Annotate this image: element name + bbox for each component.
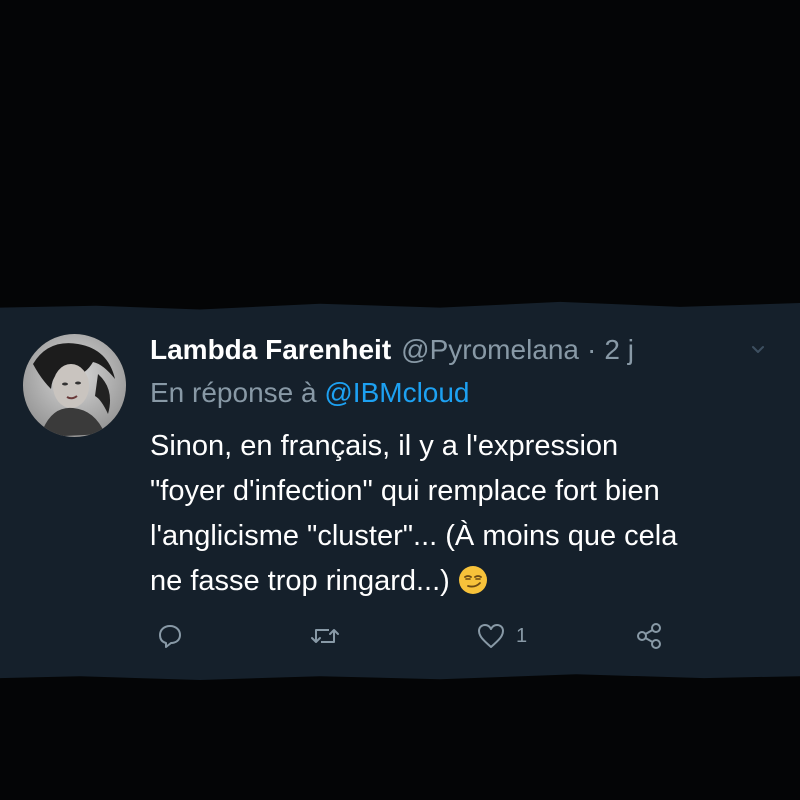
- tweet-text-line: Sinon, en français, il y a l'expression: [150, 430, 619, 462]
- avatar[interactable]: [23, 334, 126, 437]
- chevron-down-icon[interactable]: [748, 340, 768, 360]
- tweet-text-line: l'anglicisme "cluster"... (À moins que c…: [150, 520, 678, 552]
- user-handle[interactable]: @Pyromelana: [401, 334, 579, 366]
- tweet-actions: 1: [150, 618, 690, 654]
- tweet-text: Sinon, en français, il y a l'expression …: [150, 424, 780, 604]
- avatar-portrait: [23, 334, 126, 437]
- heart-icon: [478, 624, 504, 648]
- retweet-icon: [311, 629, 339, 643]
- tweet-header: Lambda Farenheit @Pyromelana · 2 j: [150, 334, 634, 370]
- tweet-text-line-content: ne fasse trop ringard...): [150, 565, 450, 597]
- reply-to-handle[interactable]: @IBMcloud: [324, 377, 469, 408]
- tweet-text-line-last: ne fasse trop ringard...): [150, 559, 780, 604]
- share-icon: [637, 623, 661, 649]
- tweet-text-line: "foyer d'infection" qui remplace fort bi…: [150, 475, 660, 507]
- like-button[interactable]: 1: [476, 618, 527, 654]
- like-count: 1: [516, 624, 528, 647]
- reply-icon: [159, 625, 181, 648]
- share-button[interactable]: [634, 618, 664, 654]
- reply-prefix: En réponse à: [150, 377, 317, 408]
- timestamp[interactable]: 2 j: [604, 334, 634, 366]
- separator-dot: ·: [587, 334, 597, 365]
- retweet-button[interactable]: [310, 618, 340, 654]
- display-name[interactable]: Lambda Farenheit: [150, 334, 391, 366]
- reply-context: En réponse à @IBMcloud: [150, 377, 470, 409]
- smirking-face-icon: [458, 566, 487, 594]
- reply-button[interactable]: [156, 618, 184, 654]
- screen: Lambda Farenheit @Pyromelana · 2 j En ré…: [0, 0, 800, 800]
